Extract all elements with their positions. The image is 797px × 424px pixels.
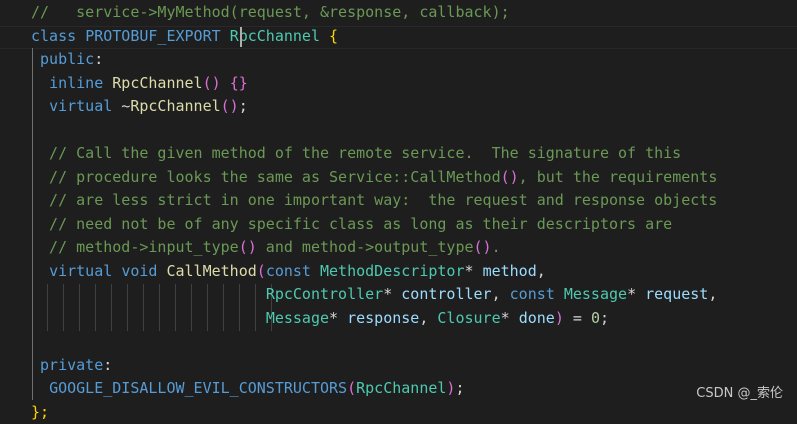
code-line[interactable]: virtual void CallMethod(const MethodDesc… — [31, 260, 546, 284]
code-token: () — [474, 238, 492, 256]
code-token — [31, 262, 49, 280]
code-token — [103, 74, 112, 92]
code-token: Message — [266, 309, 329, 327]
code-token: request — [645, 285, 708, 303]
code-token: done — [519, 309, 555, 327]
code-token: * — [329, 309, 347, 327]
code-token: , — [419, 309, 437, 327]
code-token: // need not be of any specific class as … — [31, 215, 672, 233]
code-token: {} — [230, 74, 248, 92]
code-token: ( — [257, 262, 266, 280]
code-token — [31, 379, 49, 397]
code-token: GOOGLE_DISALLOW_EVIL_CONSTRUCTORS — [49, 379, 347, 397]
code-token: () — [501, 168, 519, 186]
code-token: * — [383, 285, 401, 303]
code-line[interactable]: }; — [31, 401, 49, 424]
code-token: CallMethod — [166, 262, 256, 280]
code-token: // Call the given method of the remote s… — [31, 144, 681, 162]
code-token: // procedure looks the same as Service::… — [31, 168, 501, 186]
code-token: // method->input_type — [31, 238, 239, 256]
code-token — [31, 74, 49, 92]
code-token — [76, 27, 85, 45]
code-token: ) — [555, 309, 564, 327]
code-token: virtual — [49, 262, 112, 280]
code-token: virtual — [49, 97, 112, 115]
code-token: MethodDescriptor — [320, 262, 465, 280]
code-token — [311, 262, 320, 280]
code-token: // are less strict in one important way:… — [31, 191, 717, 209]
code-token: ; — [239, 97, 248, 115]
code-token: , — [708, 285, 717, 303]
code-editor[interactable]: // service->MyMethod(request, &response,… — [0, 0, 797, 411]
code-token: ; — [455, 379, 464, 397]
watermark-label: CSDN @_索伦 — [696, 382, 783, 401]
code-token: * — [501, 309, 519, 327]
code-token: response — [347, 309, 419, 327]
code-token: controller — [401, 285, 491, 303]
code-token: }; — [31, 403, 49, 421]
code-token — [31, 285, 266, 303]
code-token: Message — [564, 285, 627, 303]
code-token: () — [239, 238, 257, 256]
code-token: ( — [347, 379, 356, 397]
code-token: PROTOBUF_EXPORT — [85, 27, 220, 45]
code-token: class — [31, 27, 76, 45]
code-token: const — [266, 262, 311, 280]
code-token: . — [492, 238, 501, 256]
code-token — [221, 74, 230, 92]
code-token: inline — [49, 74, 103, 92]
code-token: const — [510, 285, 555, 303]
code-line[interactable]: // service->MyMethod(request, &response,… — [31, 1, 510, 25]
code-line[interactable]: class PROTOBUF_EXPORT RpcChannel { — [31, 25, 338, 49]
code-token — [31, 97, 49, 115]
text-cursor — [240, 27, 242, 47]
code-token — [31, 309, 266, 327]
code-line[interactable]: public: — [31, 48, 103, 72]
code-token: RpcChannel — [112, 74, 202, 92]
code-line[interactable]: // method->input_type() and method->outp… — [31, 236, 501, 260]
code-token: * — [465, 262, 483, 280]
code-token: ~ — [112, 97, 130, 115]
code-token: void — [121, 262, 157, 280]
code-line[interactable]: private: — [31, 354, 112, 378]
code-token: * — [627, 285, 645, 303]
code-token — [320, 27, 329, 45]
code-token: , — [492, 285, 510, 303]
code-token: Closure — [437, 309, 500, 327]
code-line[interactable]: RpcController* controller, const Message… — [31, 283, 717, 307]
code-token: method — [483, 262, 537, 280]
code-token: public — [31, 50, 94, 68]
code-line[interactable]: // need not be of any specific class as … — [31, 213, 672, 237]
code-token: { — [329, 27, 338, 45]
code-token: : — [94, 50, 103, 68]
code-token: RpcChannel — [356, 379, 446, 397]
code-token: = — [564, 309, 591, 327]
code-token: private — [31, 356, 103, 374]
code-line[interactable]: virtual ~RpcChannel(); — [31, 95, 248, 119]
code-line[interactable]: inline RpcChannel() {} — [31, 72, 248, 96]
code-token: () — [221, 97, 239, 115]
code-token — [555, 285, 564, 303]
code-token: RpcController — [266, 285, 383, 303]
code-line[interactable]: // are less strict in one important way:… — [31, 189, 717, 213]
code-token: and method->output_type — [257, 238, 474, 256]
code-line[interactable]: // Call the given method of the remote s… — [31, 142, 681, 166]
code-line[interactable]: // procedure looks the same as Service::… — [31, 166, 717, 190]
code-line[interactable]: Message* response, Closure* done) = 0; — [31, 307, 609, 331]
code-token — [221, 27, 230, 45]
code-token: , — [537, 262, 546, 280]
code-line[interactable]: GOOGLE_DISALLOW_EVIL_CONSTRUCTORS(RpcCha… — [31, 377, 464, 401]
code-token: , but the requirements — [519, 168, 718, 186]
code-token: // service->MyMethod(request, &response,… — [31, 3, 510, 21]
code-token: RpcChannel — [230, 27, 320, 45]
code-token: RpcChannel — [130, 97, 220, 115]
code-token: () — [203, 74, 221, 92]
code-token: : — [103, 356, 112, 374]
code-token: ; — [600, 309, 609, 327]
code-token — [112, 262, 121, 280]
code-token: 0 — [591, 309, 600, 327]
